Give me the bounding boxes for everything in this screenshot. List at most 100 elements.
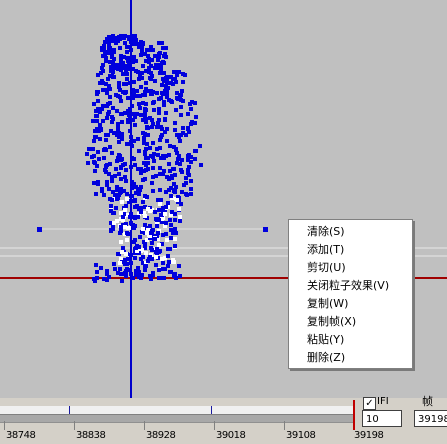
particle — [125, 142, 129, 146]
particle — [136, 70, 140, 74]
timeline-scrollbar[interactable] — [0, 414, 354, 423]
particle — [119, 240, 123, 244]
menu-item-label: 删除(Z) — [307, 351, 346, 364]
particle — [162, 276, 166, 280]
particle — [94, 263, 98, 267]
particle — [163, 267, 167, 271]
menu-item-disable-particles[interactable]: 关闭粒子效果(V) — [289, 277, 412, 294]
particle — [169, 194, 173, 198]
particle — [155, 147, 159, 151]
particle — [108, 145, 112, 149]
particle — [108, 49, 112, 53]
menu-item-cut[interactable]: 剪切(U) — [289, 259, 412, 276]
particle — [96, 182, 100, 186]
particle — [120, 200, 124, 204]
particle — [120, 132, 124, 136]
menu-item-label: 关闭粒子效果(V) — [307, 279, 390, 292]
particle — [156, 218, 160, 222]
menu-item-add[interactable]: 添加(T) — [289, 241, 412, 258]
particle — [124, 179, 128, 183]
particle — [112, 221, 116, 225]
menu-item-label: 剪切(U) — [307, 261, 346, 274]
particle — [116, 129, 120, 133]
particle — [145, 48, 149, 52]
fps-input[interactable]: 10 — [362, 410, 402, 427]
particle — [159, 41, 163, 45]
timeline-playhead[interactable] — [353, 400, 355, 430]
particle — [168, 144, 172, 148]
fps-checkbox[interactable]: ✓ — [363, 397, 376, 410]
particle — [143, 223, 147, 227]
menu-item-copy[interactable]: 复制(W) — [289, 295, 412, 312]
particle — [143, 177, 147, 181]
particle — [92, 154, 96, 158]
particle — [127, 226, 131, 230]
particle — [123, 41, 127, 45]
particle — [132, 55, 136, 59]
menu-item-copy-frame[interactable]: 复制帧(X) — [289, 313, 412, 330]
particle — [93, 135, 97, 139]
particle — [194, 115, 198, 119]
particle — [174, 276, 178, 280]
particle — [160, 127, 164, 131]
particle — [178, 274, 182, 278]
particle — [184, 176, 188, 180]
particle — [150, 181, 154, 185]
particle — [165, 238, 169, 242]
particle — [114, 93, 118, 97]
particle — [111, 117, 115, 121]
particle — [149, 45, 153, 49]
particle — [188, 102, 192, 106]
particle — [150, 125, 154, 129]
emitter-handle-right[interactable] — [263, 227, 268, 232]
particle — [165, 139, 169, 143]
particle — [115, 109, 119, 113]
menu-item-label: 粘贴(Y) — [307, 333, 345, 346]
particle — [177, 264, 181, 268]
timeline-label: 39018 — [216, 430, 246, 441]
particle — [136, 266, 140, 270]
particle — [105, 104, 109, 108]
particle — [137, 102, 141, 106]
particle — [178, 215, 182, 219]
particle — [157, 111, 161, 115]
particle — [139, 85, 143, 89]
particle — [128, 107, 132, 111]
particle — [156, 58, 160, 62]
particle — [159, 96, 163, 100]
particle — [150, 257, 154, 261]
menu-item-delete[interactable]: 删除(Z) — [289, 349, 412, 366]
particle — [107, 275, 111, 279]
particle — [133, 216, 137, 220]
particle — [123, 258, 127, 262]
particle — [107, 187, 111, 191]
particle — [96, 99, 100, 103]
particle — [111, 225, 115, 229]
particle — [100, 107, 104, 111]
menu-item-clear[interactable]: 清除(S) — [289, 223, 412, 240]
particle — [141, 118, 145, 122]
particle — [153, 54, 157, 58]
particle-cloud — [85, 34, 203, 283]
frame-input[interactable]: 39198 — [414, 410, 447, 427]
particle — [167, 260, 171, 264]
particle — [129, 261, 133, 265]
particle — [123, 162, 127, 166]
particle — [137, 274, 141, 278]
particle — [120, 279, 124, 283]
particle — [125, 231, 129, 235]
particle — [119, 54, 123, 58]
particle — [179, 113, 183, 117]
particle — [175, 198, 179, 202]
particle — [155, 125, 159, 129]
particle — [134, 246, 138, 250]
particle — [151, 141, 155, 145]
particle — [164, 111, 168, 115]
particle — [173, 128, 177, 132]
particle — [165, 175, 169, 179]
emitter-handle-left[interactable] — [37, 227, 42, 232]
particle — [117, 140, 121, 144]
particle — [179, 202, 183, 206]
particle — [100, 48, 104, 52]
menu-item-paste[interactable]: 粘贴(Y) — [289, 331, 412, 348]
